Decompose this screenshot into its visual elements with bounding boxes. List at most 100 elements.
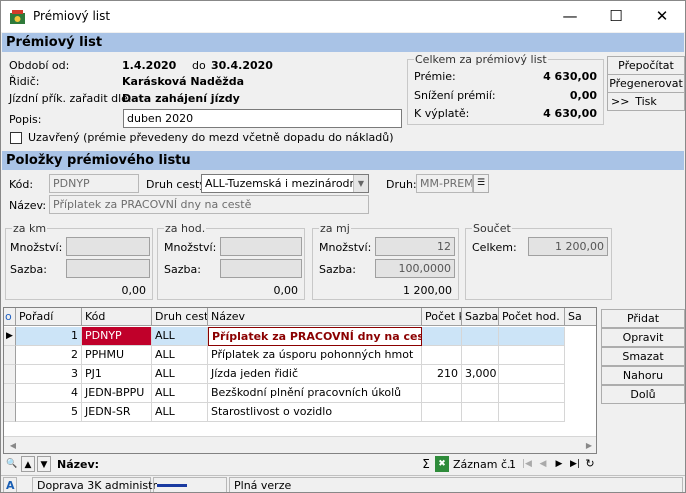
table-header-poradi[interactable]: Pořadí [16,308,82,326]
table-header-sazba-hod[interactable]: Sa [565,308,596,326]
arrow-down-icon[interactable]: ▼ [37,456,51,472]
vyplata-label: K výplatě: [414,107,470,120]
name-input[interactable]: Příplatek za PRACOVNÍ dny na cestě [49,195,369,214]
cell-kod[interactable]: PJ1 [82,365,152,384]
cell-poradi[interactable]: 3 [16,365,82,384]
period-to: 30.4.2020 [211,59,273,72]
mj-rate-input[interactable]: 100,0000 [375,259,455,278]
cell-pocet-km[interactable] [422,384,462,403]
group-sum-title: Součet [472,222,512,235]
code-input[interactable]: PDNYP [49,174,139,193]
last-record-icon[interactable]: ▶| [568,456,582,472]
cell-pocet-hod[interactable] [499,384,565,403]
cell-poradi[interactable]: 2 [16,346,82,365]
status-bar: A Doprava 3K administr Plná verze [1,475,685,492]
cell-nazev[interactable]: Jízda jeden řidič [208,365,422,384]
first-record-icon[interactable]: |◀ [520,456,534,472]
search-icon[interactable]: 🔍 [5,456,19,472]
regenerate-button[interactable]: Přegenerovat [607,74,685,93]
add-button[interactable]: Přidat [601,309,685,328]
table-header-pocet-km[interactable]: Počet km [422,308,462,326]
scroll-right-icon[interactable]: ▶ [582,439,596,452]
cell-sazba-km[interactable] [462,403,499,422]
cell-pocet-km[interactable] [422,403,462,422]
desc-input[interactable]: duben 2020 [123,109,402,128]
cell-kod[interactable]: JEDN-SR [82,403,152,422]
status-version: Plná verze [229,477,683,492]
cell-nazev[interactable]: Starostlivost o vozidlo [208,403,422,422]
table-header-sazba-km[interactable]: Sazba za km [462,308,499,326]
hod-rate-input[interactable] [220,259,302,278]
type-input[interactable]: MM-PREM [416,174,473,193]
cell-poradi[interactable]: 1 [16,327,82,346]
cell-kod[interactable]: PDNYP [82,327,152,346]
minimize-button[interactable]: — [547,1,593,32]
arrow-up-icon[interactable]: ▲ [21,456,35,472]
cell-pocet-hod[interactable] [499,403,565,422]
closed-checkbox[interactable] [10,132,22,144]
premie-value: 4 630,00 [543,70,597,83]
refresh-icon[interactable]: ↻ [583,456,597,472]
horizontal-scrollbar[interactable]: ◀ ▶ [4,436,596,453]
cell-poradi[interactable]: 5 [16,403,82,422]
cell-pocet-km[interactable]: 210 [422,365,462,384]
route-select[interactable]: ALL-Tuzemská i mezinárodní ▼ [201,174,369,193]
cell-pocet-hod[interactable] [499,346,565,365]
cell-pocet-hod[interactable] [499,327,565,346]
cell-kod[interactable]: JEDN-BPPU [82,384,152,403]
close-button[interactable]: ✕ [639,1,685,32]
cell-nazev[interactable]: Příplatek za úsporu pohonných hmot [208,346,422,365]
group-mj: za mj Množství: 12 Sazba: 100,0000 1 200… [312,222,459,300]
maximize-button[interactable]: ☐ [593,1,639,32]
move-down-button[interactable]: Dolů [601,385,685,404]
move-up-button[interactable]: Nahoru [601,366,685,385]
route-dropdown-icon[interactable]: ▼ [353,175,368,192]
cell-sazba-km[interactable] [462,384,499,403]
mj-rate-label: Sazba: [319,263,356,276]
mj-qty-input[interactable]: 12 [375,237,455,256]
edit-button[interactable]: Opravit [601,328,685,347]
cell-poradi[interactable]: 4 [16,384,82,403]
driver-label: Řidič: [9,75,40,88]
scroll-left-icon[interactable]: ◀ [6,439,20,452]
main-window: Prémiový list — ☐ ✕ Prémiový list Období… [0,0,686,493]
cell-sazba-km[interactable] [462,346,499,365]
table-header-nazev[interactable]: Název [208,308,422,326]
hod-qty-input[interactable] [220,237,302,256]
next-record-icon[interactable]: ▶ [552,456,566,472]
delete-button[interactable]: Smazat [601,347,685,366]
table-header-druh-cesty[interactable]: Druh cesty [152,308,208,326]
language-icon: A [3,477,17,492]
cell-druh-cesty[interactable]: ALL [152,365,208,384]
table-header-kod[interactable]: Kód [82,308,152,326]
cell-sazba-km[interactable]: 3,000 [462,365,499,384]
km-qty-input[interactable] [66,237,150,256]
cell-druh-cesty[interactable]: ALL [152,346,208,365]
cell-druh-cesty[interactable]: ALL [152,403,208,422]
excel-icon[interactable]: ✖ [435,456,449,472]
recalc-button[interactable]: Přepočítat [607,56,685,75]
cell-nazev[interactable]: Příplatek za PRACOVNÍ dny na cestě [208,327,422,346]
cell-nazev[interactable]: Bezškodní plnění pracovních úkolů [208,384,422,403]
cell-sazba-km[interactable] [462,327,499,346]
code-label: Kód: [9,178,34,191]
prev-record-icon[interactable]: ◀ [536,456,550,472]
cell-druh-cesty[interactable]: ALL [152,384,208,403]
mj-total: 1 200,00 [403,284,452,297]
cell-druh-cesty[interactable]: ALL [152,327,208,346]
table-header-pocet-hod[interactable]: Počet hod. [499,308,565,326]
cell-pocet-km[interactable] [422,327,462,346]
cell-kod[interactable]: PPHMU [82,346,152,365]
print-button[interactable]: >> Tisk [607,92,685,111]
cell-pocet-hod[interactable] [499,365,565,384]
period-from: 1.4.2020 [122,59,177,72]
closed-label: Uzavřený (prémie převedeny do mezd včetn… [28,131,394,144]
km-total: 0,00 [121,284,147,297]
cell-pocet-km[interactable] [422,346,462,365]
period-to-label: do [192,59,206,72]
km-rate-input[interactable] [66,259,150,278]
type-lookup-icon[interactable]: ☰ [473,174,489,193]
sum-total-input[interactable]: 1 200,00 [528,237,608,256]
sum-icon[interactable]: Σ [419,456,433,472]
name-label: Název: [9,199,47,212]
